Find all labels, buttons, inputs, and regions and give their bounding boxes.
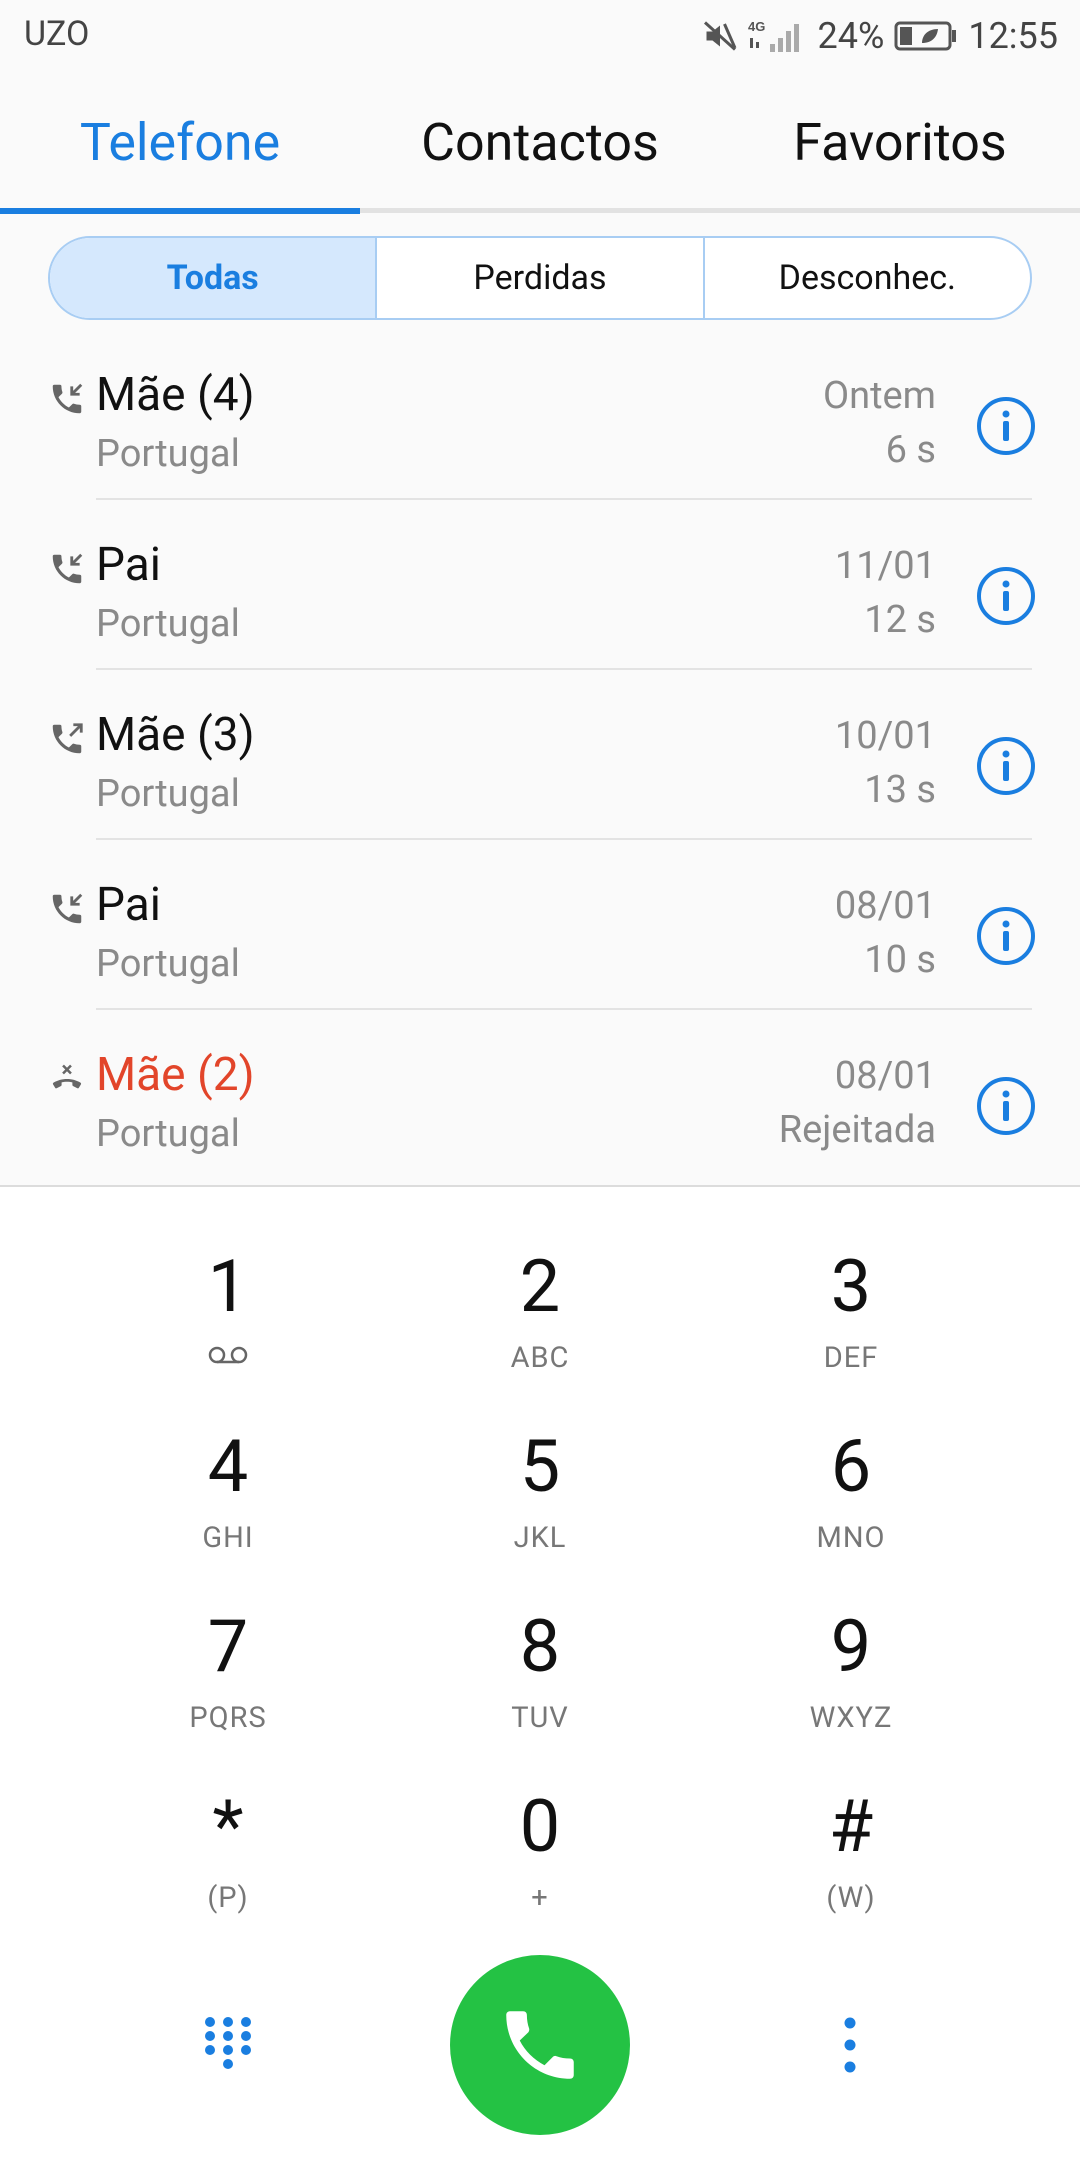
tab-contactos[interactable]: Contactos — [360, 72, 720, 212]
call-filter: Todas Perdidas Desconhec. — [48, 236, 1032, 320]
call-location: Portugal — [96, 772, 240, 816]
dial-key-hash[interactable]: # (W) — [701, 1787, 1001, 1957]
status-icons: 4G 24% 12:55 — [702, 10, 1058, 62]
dial-digit: 9 — [830, 1604, 872, 1689]
dial-digit: * — [212, 1784, 244, 1869]
dial-digit: 5 — [519, 1424, 561, 1509]
incoming-call-icon — [52, 383, 83, 414]
call-status: Rejeitada — [778, 1108, 936, 1152]
dial-key-8[interactable]: 8 TUV — [390, 1607, 690, 1777]
carrier-name: UZO — [24, 14, 90, 54]
call-location: Portugal — [96, 1112, 240, 1156]
info-icon[interactable] — [976, 566, 1036, 626]
call-location: Portugal — [96, 942, 240, 986]
more-options-icon[interactable] — [835, 2015, 865, 2077]
dial-key-0[interactable]: 0 + — [390, 1787, 690, 1957]
dial-letters: JKL — [513, 1521, 567, 1555]
dial-key-2[interactable]: 2 ABC — [390, 1247, 690, 1417]
dial-digit: 0 — [519, 1784, 561, 1869]
call-log-row[interactable]: Pai Portugal 08/01 10 s — [0, 840, 1080, 1010]
call-log-row[interactable]: Pai Portugal 11/01 12 s — [0, 500, 1080, 670]
call-log-row[interactable]: Mãe (3) Portugal 10/01 13 s — [0, 670, 1080, 840]
mute-icon — [703, 21, 736, 51]
dial-letters: TUV — [511, 1701, 569, 1735]
dial-key-9[interactable]: 9 WXYZ — [701, 1607, 1001, 1777]
call-log-row[interactable]: Mãe (4) Portugal Ontem 6 s — [0, 330, 1080, 500]
call-duration: 12 s — [864, 598, 936, 642]
dial-letters: WXYZ — [809, 1701, 893, 1735]
dial-letters: (W) — [826, 1881, 876, 1915]
call-date: 11/01 — [834, 544, 936, 588]
info-icon[interactable] — [976, 1076, 1036, 1136]
call-date: 08/01 — [834, 1054, 936, 1098]
call-location: Portugal — [96, 432, 240, 476]
dial-digit: 7 — [207, 1604, 249, 1689]
dial-letters: DEF — [823, 1341, 879, 1375]
dial-digit: 1 — [207, 1244, 249, 1329]
contact-name: Mãe (3) — [96, 708, 255, 762]
call-duration: 10 s — [864, 938, 936, 982]
dial-key-1[interactable]: 1 — [78, 1247, 378, 1417]
contact-name: Pai — [96, 878, 161, 932]
dial-key-4[interactable]: 4 GHI — [78, 1427, 378, 1597]
status-bar: UZO 4G 24% 12:55 — [0, 0, 1080, 72]
svg-text:4G: 4G — [748, 19, 765, 34]
contact-name: Mãe (4) — [96, 368, 255, 422]
dial-digit: 8 — [519, 1604, 561, 1689]
outgoing-call-icon — [52, 723, 83, 754]
dial-letters: + — [531, 1881, 549, 1915]
incoming-call-icon — [52, 553, 83, 584]
dial-key-6[interactable]: 6 MNO — [701, 1427, 1001, 1597]
dial-letters: ABC — [510, 1341, 570, 1375]
battery-percent: 24% — [817, 15, 885, 57]
dial-key-5[interactable]: 5 JKL — [390, 1427, 690, 1597]
dial-digit: 6 — [830, 1424, 872, 1509]
dial-digit: 4 — [207, 1424, 249, 1509]
filter-todas[interactable]: Todas — [50, 238, 376, 318]
call-button[interactable] — [450, 1955, 630, 2135]
call-location: Portugal — [96, 602, 240, 646]
filter-desconhecidas[interactable]: Desconhec. — [702, 238, 1030, 318]
dial-letters: GHI — [202, 1521, 254, 1555]
info-icon[interactable] — [976, 396, 1036, 456]
dial-key-3[interactable]: 3 DEF — [701, 1247, 1001, 1417]
dial-letters: MNO — [816, 1521, 886, 1555]
dialpad-toggle-icon[interactable] — [203, 2015, 253, 2077]
call-log: Mãe (4) Portugal Ontem 6 s Pai Portugal … — [0, 330, 1080, 1185]
main-tabs: Telefone Contactos Favoritos — [0, 72, 1080, 212]
phone-icon — [506, 2011, 574, 2079]
dial-key-7[interactable]: 7 PQRS — [78, 1607, 378, 1777]
call-duration: 13 s — [864, 768, 936, 812]
call-date: 10/01 — [834, 714, 936, 758]
voicemail-icon — [208, 1346, 248, 1364]
contact-name: Mãe (2) — [96, 1048, 255, 1102]
dial-digit: # — [828, 1784, 874, 1869]
signal-icon: 4G — [748, 19, 799, 52]
rejected-call-icon — [52, 1064, 82, 1089]
filter-perdidas[interactable]: Perdidas — [375, 238, 702, 318]
dial-letters: (P) — [207, 1881, 249, 1915]
tab-telefone[interactable]: Telefone — [0, 72, 360, 212]
call-duration: 6 s — [885, 428, 936, 472]
active-tab-indicator — [0, 208, 360, 214]
call-date: Ontem — [822, 374, 936, 418]
dial-digit: 3 — [830, 1244, 872, 1329]
dial-key-star[interactable]: * (P) — [78, 1787, 378, 1957]
info-icon[interactable] — [976, 736, 1036, 796]
dial-letters: PQRS — [189, 1701, 267, 1735]
info-icon[interactable] — [976, 906, 1036, 966]
call-date: 08/01 — [834, 884, 936, 928]
incoming-call-icon — [52, 893, 83, 924]
clock: 12:55 — [968, 15, 1058, 57]
call-log-row[interactable]: Mãe (2) Portugal 08/01 Rejeitada — [0, 1010, 1080, 1180]
battery-saver-icon — [894, 21, 957, 51]
bottom-action-bar — [0, 1955, 1080, 2135]
dial-digit: 2 — [519, 1244, 561, 1329]
contact-name: Pai — [96, 538, 161, 592]
tab-favoritos[interactable]: Favoritos — [720, 72, 1080, 212]
